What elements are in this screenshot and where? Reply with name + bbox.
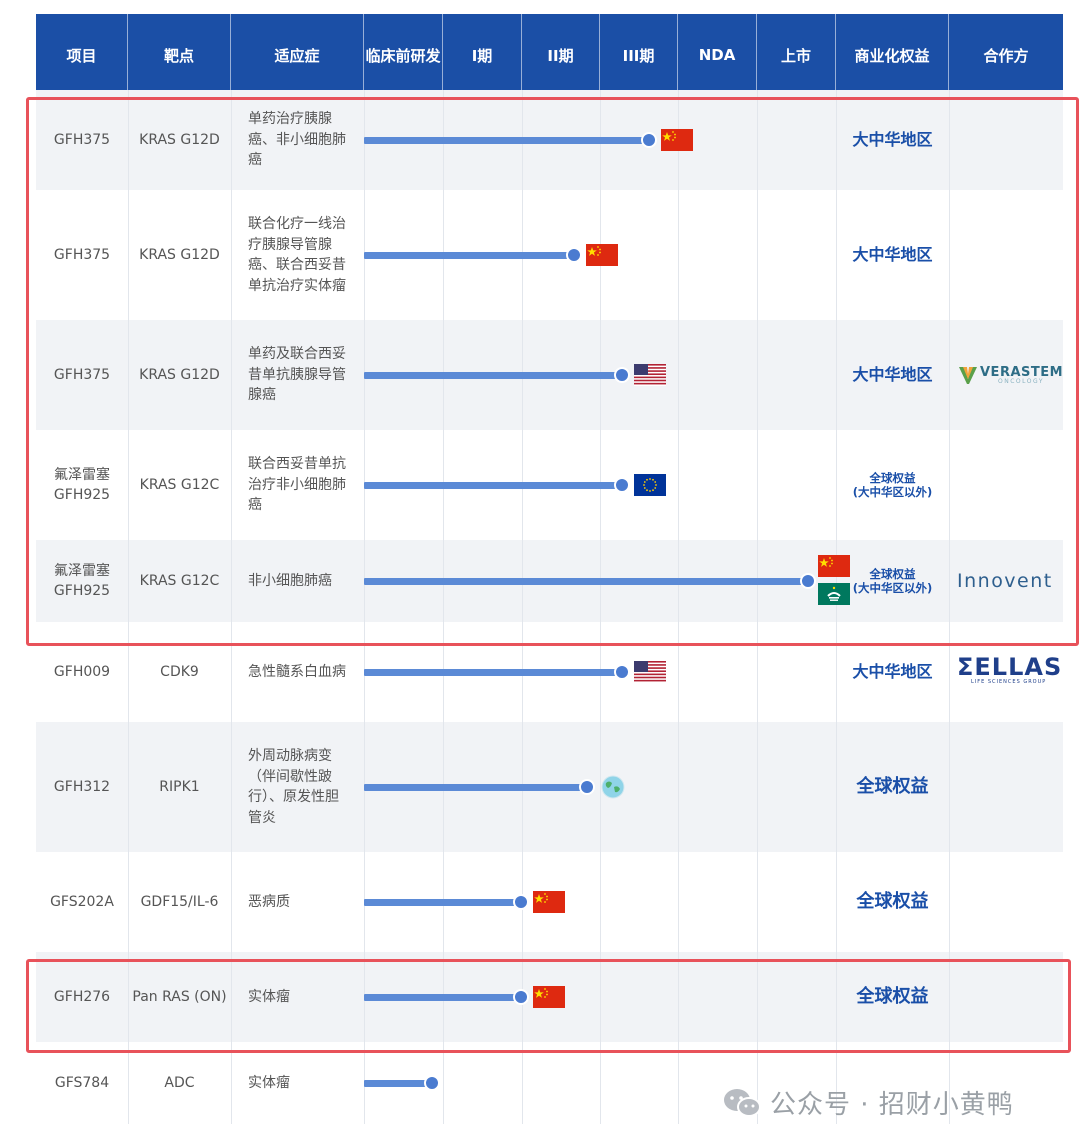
header-cell-6: III期 (600, 14, 678, 96)
column-divider (522, 1042, 523, 1124)
column-divider (757, 852, 758, 952)
project-cell-line: GFS784 (54, 1075, 110, 1091)
commercial-rights-cell: 全球权益 (836, 852, 949, 952)
table-row: GFS202A GDF15/IL-6 恶病质 全球权益 (36, 852, 1063, 952)
globe-flag-icon (599, 775, 631, 799)
project-cell: GFS784 (36, 1042, 128, 1124)
target-cell-line: GDF15/IL-6 (140, 894, 219, 910)
progress-bar (364, 1079, 431, 1087)
indication-cell-line: 急性髓系白血病 (248, 663, 346, 680)
indication-cell-text: 急性髓系白血病 (248, 662, 346, 683)
project-cell-text: GFH009 (54, 662, 110, 682)
column-divider (949, 852, 950, 952)
column-divider (678, 852, 679, 952)
project-cell-line: GFH009 (53, 664, 111, 680)
project-cell-text: GFH312 (54, 777, 110, 797)
header-cell-9: 商业化权益 (836, 14, 949, 96)
header-cell-1: 靶点 (128, 14, 231, 96)
column-divider (600, 852, 601, 952)
project-cell-line: GFS202A (50, 894, 114, 910)
table-header: 项目 靶点 适应症 临床前研发 I期 II期 III期 NDA 上市 商业化权益 合作方 (36, 14, 1063, 96)
china-flag-icon (532, 891, 565, 913)
column-divider (757, 722, 758, 852)
progress-bar (364, 668, 621, 676)
indication-cell-line: 行）、原发性胆 (248, 789, 339, 805)
highlight-box-gfh276 (26, 959, 1071, 1053)
indication-cell: 恶病质 (231, 852, 364, 952)
commercial-rights-cell: 全球权益 (836, 722, 949, 852)
commercial-rights-cell-line: 全球权益 (856, 891, 929, 912)
project-cell: GFS202A (36, 852, 128, 952)
wechat-icon (722, 1087, 762, 1119)
column-divider (678, 1042, 679, 1124)
indication-cell-line: 外周动脉病变 (248, 748, 332, 764)
partner-subtitle: LIFE SCIENCES GROUP (971, 679, 1047, 685)
project-cell-text: GFS784 (55, 1073, 109, 1093)
header-cell-10: 合作方 (983, 46, 1029, 65)
header-cell-7: NDA (678, 14, 757, 96)
indication-cell-line: （伴间歇性跛 (248, 768, 332, 785)
commercial-rights-cell-text: 全球权益 (857, 777, 929, 797)
target-cell: ADC (128, 1042, 231, 1124)
progress-bar (364, 898, 519, 906)
indication-cell-text: 外周动脉病变 （伴间歇性跛 行）、原发性胆 管炎 (248, 746, 346, 828)
target-cell-line: CDK9 (160, 664, 199, 680)
target-cell: RIPK1 (128, 722, 231, 852)
progress-dot (424, 1075, 441, 1091)
target-cell-line: ADC (164, 1075, 195, 1091)
partner-logo: ΣELLAS LIFE SCIENCES GROUP (957, 653, 1063, 685)
progress-dot (614, 664, 631, 680)
project-cell: GFH312 (36, 722, 128, 852)
header-cell-0: 项目 (36, 14, 128, 96)
target-cell-text: GDF15/IL-6 (141, 892, 219, 912)
indication-cell: 外周动脉病变 （伴间歇性跛 行）、原发性胆 管炎 (231, 722, 364, 852)
commercial-rights-cell-text: 全球权益 (857, 892, 929, 912)
header-cell-3: 临床前研发 (364, 14, 443, 96)
progress-dot (512, 894, 529, 910)
indication-cell-text: 恶病质 (248, 892, 346, 913)
header-cell-4: I期 (443, 14, 522, 96)
header-cell-8: 上市 (757, 14, 836, 96)
indication-cell-line: 管炎 (248, 809, 276, 826)
indication-cell: 实体瘤 (231, 1042, 364, 1124)
commercial-rights-cell-text: 大中华地区 (852, 662, 932, 682)
target-cell: GDF15/IL-6 (128, 852, 231, 952)
commercial-rights-cell-line: 大中华地区 (852, 662, 933, 681)
target-cell-text: CDK9 (160, 662, 199, 682)
target-cell-text: ADC (164, 1073, 194, 1093)
commercial-rights-cell-line: 全球权益 (856, 776, 929, 797)
column-divider (678, 722, 679, 852)
indication-cell-line: 恶病质 (248, 893, 290, 910)
partner-name: ΣELLAS (957, 653, 1063, 681)
watermark: 公众号 · 招财小黄鸭 (722, 1084, 1014, 1121)
target-cell-line: RIPK1 (159, 779, 200, 795)
indication-cell-line: 实体瘤 (248, 1074, 290, 1091)
progress-bar (364, 783, 585, 791)
usa-flag-icon (634, 661, 667, 683)
column-divider (600, 1042, 601, 1124)
highlight-box-kras (26, 97, 1079, 646)
watermark-text: 公众号 · 招财小黄鸭 (770, 1090, 1014, 1120)
project-cell-line: GFH312 (53, 779, 111, 795)
header-cell-2: 适应症 (231, 14, 364, 96)
project-cell-text: GFS202A (50, 892, 114, 912)
target-cell-text: RIPK1 (159, 777, 199, 797)
table-row: GFH312 RIPK1 外周动脉病变 （伴间歇性跛 行）、原发性胆 管炎 全球权益 (36, 722, 1063, 852)
header-cell-5: II期 (522, 14, 600, 96)
indication-cell-text: 实体瘤 (248, 1073, 346, 1094)
column-divider (443, 1042, 444, 1124)
column-divider (949, 722, 950, 852)
progress-dot (579, 779, 595, 795)
